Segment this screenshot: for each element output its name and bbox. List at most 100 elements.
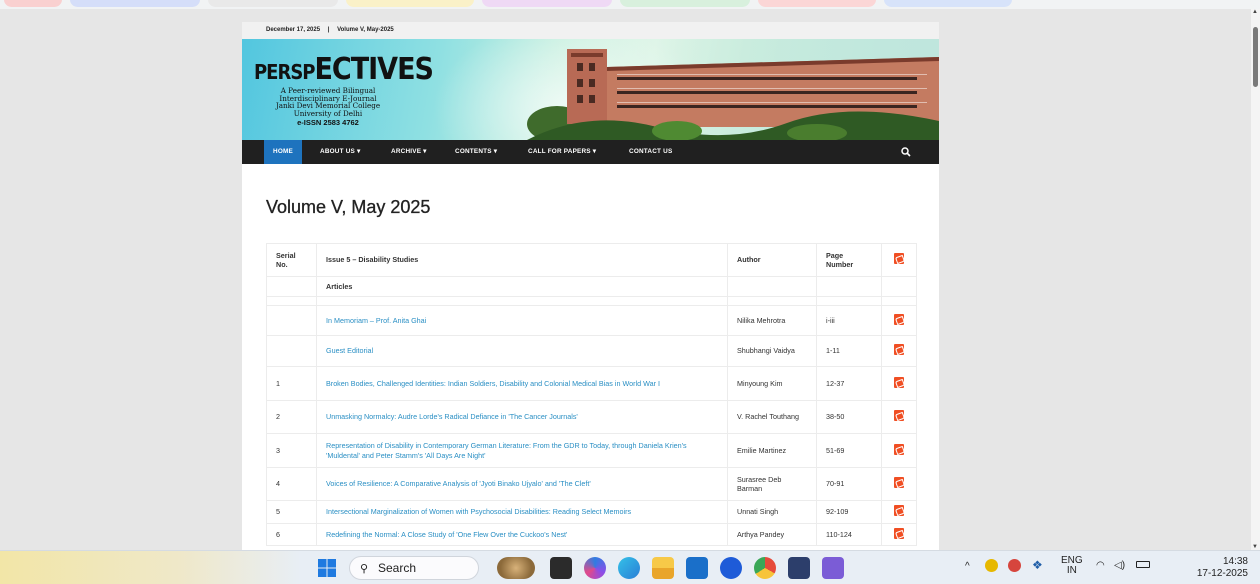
copilot-icon[interactable] (584, 557, 606, 579)
pdf-icon[interactable] (894, 313, 904, 325)
nav-home[interactable]: HOME (264, 140, 302, 164)
article-link[interactable]: Unmasking Normalcy: Audre Lorde's Radica… (326, 412, 578, 421)
widget-image-icon[interactable] (497, 557, 535, 579)
clock-time: 14:38 (1222, 556, 1248, 567)
vertical-scrollbar[interactable]: ▲ ▼ (1251, 9, 1260, 550)
row-pdf-cell (881, 500, 917, 524)
section-label: Articles (316, 276, 728, 297)
windows-start-icon[interactable] (316, 557, 338, 579)
row-author: Arthya Pandey (727, 523, 817, 546)
article-link[interactable]: Intersectional Marginalization of Women … (326, 507, 631, 516)
row-serial: 1 (266, 366, 317, 401)
tray-app-icon[interactable] (985, 559, 998, 572)
volume-icon[interactable]: ◁) (1114, 560, 1125, 571)
table-header-row: Serial No. Issue 5 – Disability Studies … (266, 243, 917, 277)
volume-link[interactable]: Volume V, May-2025 (337, 27, 394, 33)
row-pdf-cell (881, 467, 917, 501)
row-title-cell: In Memoriam – Prof. Anita Ghai (316, 305, 728, 336)
app-icon[interactable] (788, 557, 810, 579)
row-serial (266, 305, 317, 336)
file-explorer-icon[interactable] (652, 557, 674, 579)
article-link[interactable]: Representation of Disability in Contempo… (326, 441, 687, 460)
row-serial: 5 (266, 500, 317, 524)
outlook-icon[interactable] (686, 557, 708, 579)
language-indicator[interactable]: ENG IN (1061, 556, 1083, 576)
table-row: Guest Editorial Shubhangi Vaidya 1-11 (266, 335, 917, 367)
row-pages: 70-91 (816, 467, 882, 501)
row-pdf-cell (881, 523, 917, 546)
header-author: Author (727, 243, 817, 277)
bookmark-5[interactable] (482, 0, 612, 7)
table-row: 5 Intersectional Marginalization of Women… (266, 500, 917, 524)
bookmark-3[interactable] (208, 0, 338, 7)
bookmark-1[interactable] (4, 0, 62, 7)
pdf-icon[interactable] (894, 477, 904, 489)
site-logo[interactable]: PERSPECTIVES A Peer-reviewed Bilingual I… (254, 52, 434, 128)
bookmark-8[interactable] (884, 0, 1012, 7)
pdf-icon[interactable] (894, 376, 904, 388)
header-pdf (881, 243, 917, 277)
bookmark-7[interactable] (758, 0, 876, 7)
chrome-icon[interactable] (754, 557, 776, 579)
spacer-row (266, 296, 917, 306)
row-author: Shubhangi Vaidya (727, 335, 817, 367)
clock[interactable]: 14:38 17-12-2025 (1197, 556, 1248, 580)
logo-issn: e-ISSN 2583 4762 (297, 118, 359, 128)
task-view-icon[interactable] (550, 557, 572, 579)
nav-archive[interactable]: ARCHIVE ▾ (391, 140, 427, 164)
hp-icon[interactable] (720, 557, 742, 579)
teams-icon[interactable] (822, 557, 844, 579)
row-serial: 6 (266, 523, 317, 546)
row-title-cell: Redefining the Normal: A Close Study of … (316, 523, 728, 546)
edge-icon[interactable] (618, 557, 640, 579)
row-serial: 2 (266, 400, 317, 434)
logo-wordmark: PERSPECTIVES (254, 52, 434, 87)
taskbar: ⚲ Search ^ ❖ ENG IN ◠ ◁) 14:38 17-12-202… (0, 550, 1260, 584)
row-author: V. Rachel Touthang (727, 400, 817, 434)
row-author: Emilie Martinez (727, 433, 817, 468)
search-icon[interactable] (901, 147, 911, 157)
pdf-icon[interactable] (894, 410, 904, 422)
battery-icon[interactable] (1136, 561, 1150, 568)
scrollbar-thumb[interactable] (1253, 27, 1258, 87)
article-link[interactable]: Voices of Resilience: A Comparative Anal… (326, 479, 591, 488)
page-title: Volume V, May 2025 (266, 197, 431, 217)
bookmarks-bar (0, 0, 1260, 9)
bookmark-6[interactable] (620, 0, 750, 7)
table-row: 4 Voices of Resilience: A Comparative Ana… (266, 467, 917, 501)
article-link[interactable]: Guest Editorial (326, 346, 373, 355)
top-info-bar: December 17, 2025 | Volume V, May-2025 (242, 22, 939, 39)
nav-contents[interactable]: CONTENTS ▾ (455, 140, 497, 164)
row-title-cell: Guest Editorial (316, 335, 728, 367)
weather-widget[interactable] (0, 551, 300, 584)
current-date: December 17, 2025 (266, 27, 321, 33)
header-page-number: Page Number (816, 243, 882, 277)
row-pages: 1-11 (816, 335, 882, 367)
pdf-icon[interactable] (894, 527, 904, 539)
search-icon: ⚲ (360, 563, 369, 575)
scroll-up-icon[interactable]: ▲ (1252, 9, 1258, 15)
pdf-icon[interactable] (894, 443, 904, 455)
pdf-icon[interactable] (894, 344, 904, 356)
nav-contact-us[interactable]: CONTACT US (629, 140, 672, 164)
row-author: Surasree Deb Barman (727, 467, 817, 501)
row-title-cell: Intersectional Marginalization of Women … (316, 500, 728, 524)
wifi-icon[interactable]: ◠ (1096, 560, 1105, 571)
header-serial: Serial No. (266, 243, 317, 277)
show-hidden-icons[interactable]: ^ (965, 561, 970, 572)
article-link[interactable]: In Memoriam – Prof. Anita Ghai (326, 316, 426, 325)
bookmark-2[interactable] (70, 0, 200, 7)
bookmark-4[interactable] (346, 0, 474, 7)
tray-app2-icon[interactable] (1008, 559, 1021, 572)
nav-call-for-papers[interactable]: CALL FOR PAPERS ▾ (528, 140, 596, 164)
dropbox-icon[interactable]: ❖ (1032, 558, 1043, 572)
pdf-icon[interactable] (894, 253, 904, 265)
taskbar-search-input[interactable]: ⚲ Search (349, 556, 479, 580)
clock-date: 17-12-2025 (1196, 568, 1248, 579)
article-link[interactable]: Broken Bodies, Challenged Identities: In… (326, 379, 660, 388)
row-serial: 3 (266, 433, 317, 468)
row-pages: 12-37 (816, 366, 882, 401)
pdf-icon[interactable] (894, 505, 904, 517)
article-link[interactable]: Redefining the Normal: A Close Study of … (326, 530, 567, 539)
nav-about-us[interactable]: ABOUT US ▾ (320, 140, 360, 164)
